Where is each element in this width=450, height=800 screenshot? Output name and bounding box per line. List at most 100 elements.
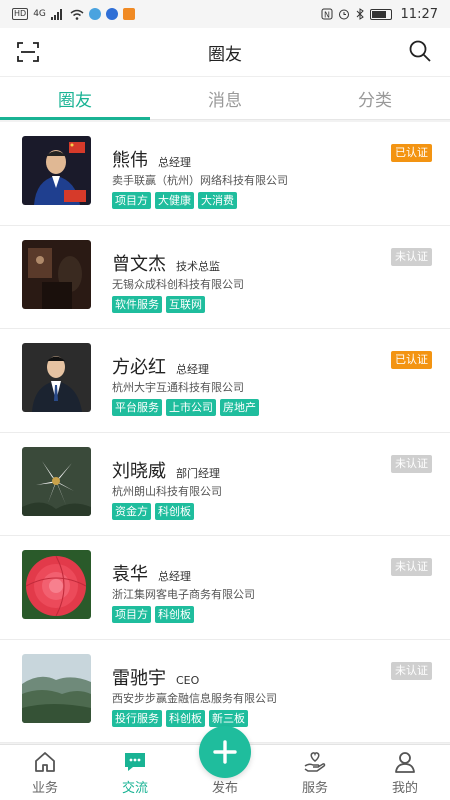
nav-mine[interactable]: 我的 bbox=[360, 745, 450, 800]
tag: 投行服务 bbox=[112, 709, 162, 727]
tag: 大健康 bbox=[155, 192, 194, 209]
app-notify-icon bbox=[88, 8, 101, 20]
tag-list: 项目方 大健康 大消费 bbox=[112, 192, 237, 209]
battery-icon bbox=[369, 8, 392, 20]
name-line: 曾文杰 技术总监 bbox=[112, 250, 220, 276]
signal-icon bbox=[50, 8, 62, 20]
tag: 项目方 bbox=[112, 606, 151, 623]
name-line: 熊伟 总经理 bbox=[112, 146, 191, 172]
tab-bar: 圈友 消息 分类 bbox=[0, 76, 450, 120]
avatar[interactable] bbox=[22, 343, 91, 412]
tag-list: 软件服务 互联网 bbox=[112, 295, 205, 313]
browser-notify-icon bbox=[105, 8, 118, 20]
tag: 平台服务 bbox=[112, 399, 162, 416]
scan-icon[interactable] bbox=[16, 40, 40, 64]
avatar[interactable] bbox=[22, 550, 91, 619]
tag: 房地产 bbox=[220, 399, 259, 416]
page-title: 圈友 bbox=[208, 44, 242, 65]
name-line: 雷驰宇 CEO bbox=[112, 664, 199, 690]
hd-badge: HD bbox=[12, 8, 29, 20]
user-title: 总经理 bbox=[158, 570, 191, 583]
name-line: 方必红 总经理 bbox=[112, 353, 209, 379]
user-name: 方必红 bbox=[112, 357, 166, 378]
tag-list: 资金方 科创板 bbox=[112, 502, 194, 520]
list-item[interactable]: 方必红 总经理 杭州大宇互通科技有限公司 平台服务 上市公司 房地产 已认证 bbox=[0, 329, 450, 433]
status-badge: 已认证 bbox=[391, 351, 432, 369]
tag-list: 项目方 科创板 bbox=[112, 606, 194, 623]
publish-button[interactable] bbox=[199, 726, 251, 778]
tab-friends[interactable]: 圈友 bbox=[0, 77, 150, 120]
user-title: 技术总监 bbox=[176, 259, 220, 273]
chat-icon bbox=[125, 753, 145, 771]
home-icon bbox=[35, 752, 55, 772]
tag: 科创板 bbox=[166, 709, 205, 727]
tag-list: 投行服务 科创板 新三板 bbox=[112, 709, 248, 727]
user-title: 总经理 bbox=[158, 156, 191, 169]
status-badge: 已认证 bbox=[391, 144, 432, 162]
clock: 11:27 bbox=[400, 6, 438, 22]
status-badge: 未认证 bbox=[391, 454, 432, 473]
list-item[interactable]: 熊伟 总经理 卖手联赢（杭州）网络科技有限公司 项目方 大健康 大消费 已认证 bbox=[0, 122, 450, 226]
plus-icon bbox=[213, 740, 237, 764]
status-bar: HD 4G N 11:27 bbox=[0, 0, 450, 28]
nav-label: 业务 bbox=[31, 781, 58, 796]
nav-business[interactable]: 业务 bbox=[0, 745, 90, 800]
nav-label: 服务 bbox=[301, 781, 328, 796]
search-icon[interactable] bbox=[408, 39, 432, 63]
tag: 软件服务 bbox=[112, 295, 162, 313]
list-item[interactable]: 袁华 总经理 浙江集网客电子商务有限公司 项目方 科创板 未认证 bbox=[0, 536, 450, 640]
user-name: 袁华 bbox=[112, 564, 148, 585]
svg-text:N: N bbox=[324, 11, 330, 20]
profile-icon bbox=[395, 752, 415, 773]
user-name: 雷驰宇 bbox=[112, 667, 166, 689]
network-label: 4G bbox=[33, 9, 46, 19]
status-badge: 未认证 bbox=[391, 247, 432, 266]
nav-label: 我的 bbox=[391, 781, 418, 796]
company-name: 无锡众成科创科技有限公司 bbox=[112, 277, 244, 291]
nfc-icon: N bbox=[321, 8, 333, 20]
tab-messages[interactable]: 消息 bbox=[150, 77, 300, 119]
nav-label: 交流 bbox=[121, 781, 148, 796]
tag: 新三板 bbox=[209, 709, 248, 727]
user-name: 熊伟 bbox=[112, 150, 148, 171]
nav-service[interactable]: 服务 bbox=[270, 745, 360, 800]
company-name: 卖手联赢（杭州）网络科技有限公司 bbox=[112, 174, 288, 187]
friend-list: 熊伟 总经理 卖手联赢（杭州）网络科技有限公司 项目方 大健康 大消费 已认证 … bbox=[0, 122, 450, 744]
nav-exchange[interactable]: 交流 bbox=[90, 745, 180, 800]
company-name: 浙江集网客电子商务有限公司 bbox=[112, 588, 255, 601]
name-line: 刘晓威 部门经理 bbox=[112, 457, 220, 483]
user-title: CEO bbox=[176, 673, 200, 687]
tag: 项目方 bbox=[112, 192, 151, 209]
tag: 科创板 bbox=[155, 606, 194, 623]
user-title: 总经理 bbox=[176, 363, 209, 376]
list-item[interactable]: 曾文杰 技术总监 无锡众成科创科技有限公司 软件服务 互联网 未认证 bbox=[0, 225, 450, 329]
name-line: 袁华 总经理 bbox=[112, 560, 191, 586]
tag-list: 平台服务 上市公司 房地产 bbox=[112, 399, 259, 416]
company-name: 西安步步赢金融信息服务有限公司 bbox=[112, 691, 277, 705]
status-badge: 未认证 bbox=[391, 558, 432, 576]
tag: 科创板 bbox=[155, 502, 194, 520]
status-badge: 未认证 bbox=[391, 661, 432, 680]
app-header: 圈友 bbox=[0, 28, 450, 76]
tag: 互联网 bbox=[166, 295, 205, 313]
avatar[interactable] bbox=[22, 136, 91, 205]
tag: 大消费 bbox=[198, 192, 237, 209]
alarm-icon bbox=[338, 9, 349, 20]
user-name: 曾文杰 bbox=[112, 253, 166, 275]
avatar[interactable] bbox=[22, 653, 91, 723]
tag: 资金方 bbox=[112, 502, 151, 520]
user-name: 刘晓威 bbox=[112, 460, 166, 482]
company-name: 杭州朗山科技有限公司 bbox=[112, 484, 222, 498]
tag: 上市公司 bbox=[166, 399, 216, 416]
list-item[interactable]: 刘晓威 部门经理 杭州朗山科技有限公司 资金方 科创板 未认证 bbox=[0, 432, 450, 536]
wifi-icon bbox=[70, 9, 84, 20]
tab-categories[interactable]: 分类 bbox=[300, 77, 450, 119]
avatar[interactable] bbox=[22, 239, 91, 309]
service-icon bbox=[304, 752, 326, 772]
nav-label: 发布 bbox=[211, 781, 238, 796]
video-notify-icon bbox=[122, 8, 135, 20]
avatar[interactable] bbox=[22, 446, 91, 516]
user-title: 部门经理 bbox=[176, 466, 220, 480]
bluetooth-icon bbox=[356, 8, 364, 20]
company-name: 杭州大宇互通科技有限公司 bbox=[112, 381, 244, 394]
